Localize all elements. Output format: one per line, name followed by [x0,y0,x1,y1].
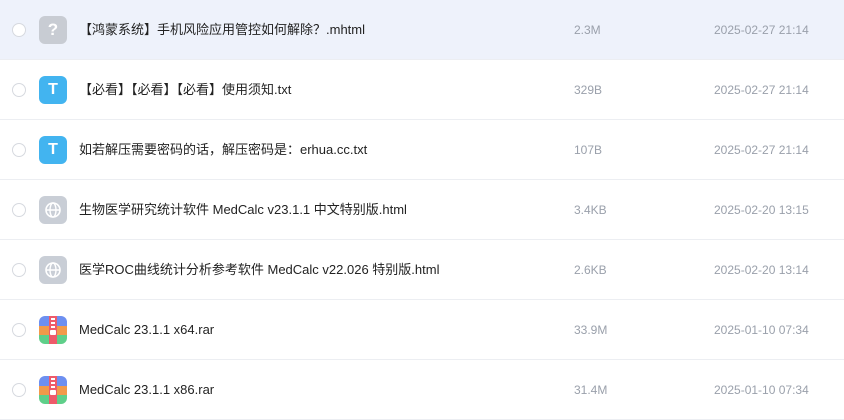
select-radio[interactable] [12,203,26,217]
web-file-icon [39,196,67,224]
file-size: 107B [574,143,603,157]
select-radio[interactable] [12,323,26,337]
file-name[interactable]: 【必看】【必看】【必看】使用须知.txt [79,60,291,120]
file-name[interactable]: MedCalc 23.1.1 x86.rar [79,360,214,420]
archive-file-icon [39,376,67,404]
file-date: 2025-02-20 13:14 [714,263,809,277]
file-row[interactable]: T 如若解压需要密码的话，解压密码是：erhua.cc.txt 107B 202… [0,120,844,180]
file-name[interactable]: 【鸿蒙系统】手机风险应用管控如何解除？.mhtml [79,0,365,60]
select-radio[interactable] [12,83,26,97]
file-name[interactable]: 生物医学研究统计软件 MedCalc v23.1.1 中文特别版.html [79,180,407,240]
file-row[interactable]: MedCalc 23.1.1 x64.rar 33.9M 2025-01-10 … [0,300,844,360]
file-date: 2025-01-10 07:34 [714,383,809,397]
file-row[interactable]: ? 【鸿蒙系统】手机风险应用管控如何解除？.mhtml 2.3M 2025-02… [0,0,844,60]
text-file-icon: T [39,76,67,104]
file-row[interactable]: T 【必看】【必看】【必看】使用须知.txt 329B 2025-02-27 2… [0,60,844,120]
file-row[interactable]: MedCalc 23.1.1 x86.rar 31.4M 2025-01-10 … [0,360,844,420]
file-list: ? 【鸿蒙系统】手机风险应用管控如何解除？.mhtml 2.3M 2025-02… [0,0,844,420]
file-size: 33.9M [574,323,608,337]
file-date: 2025-02-27 21:14 [714,143,809,157]
text-file-icon: T [39,136,67,164]
file-row[interactable]: 医学ROC曲线统计分析参考软件 MedCalc v22.026 特别版.html… [0,240,844,300]
select-radio[interactable] [12,143,26,157]
file-size: 2.6KB [574,263,607,277]
unknown-file-icon: ? [39,16,67,44]
select-radio[interactable] [12,263,26,277]
file-date: 2025-02-27 21:14 [714,83,809,97]
file-size: 3.4KB [574,203,607,217]
file-row[interactable]: 生物医学研究统计软件 MedCalc v23.1.1 中文特别版.html 3.… [0,180,844,240]
file-name[interactable]: 如若解压需要密码的话，解压密码是：erhua.cc.txt [79,120,367,180]
file-size: 31.4M [574,383,608,397]
file-date: 2025-01-10 07:34 [714,323,809,337]
file-name[interactable]: 医学ROC曲线统计分析参考软件 MedCalc v22.026 特别版.html [79,240,439,300]
file-date: 2025-02-27 21:14 [714,23,809,37]
file-name[interactable]: MedCalc 23.1.1 x64.rar [79,300,214,360]
archive-file-icon [39,316,67,344]
file-size: 329B [574,83,603,97]
web-file-icon [39,256,67,284]
file-date: 2025-02-20 13:15 [714,203,809,217]
file-size: 2.3M [574,23,601,37]
select-radio[interactable] [12,383,26,397]
select-radio[interactable] [12,23,26,37]
